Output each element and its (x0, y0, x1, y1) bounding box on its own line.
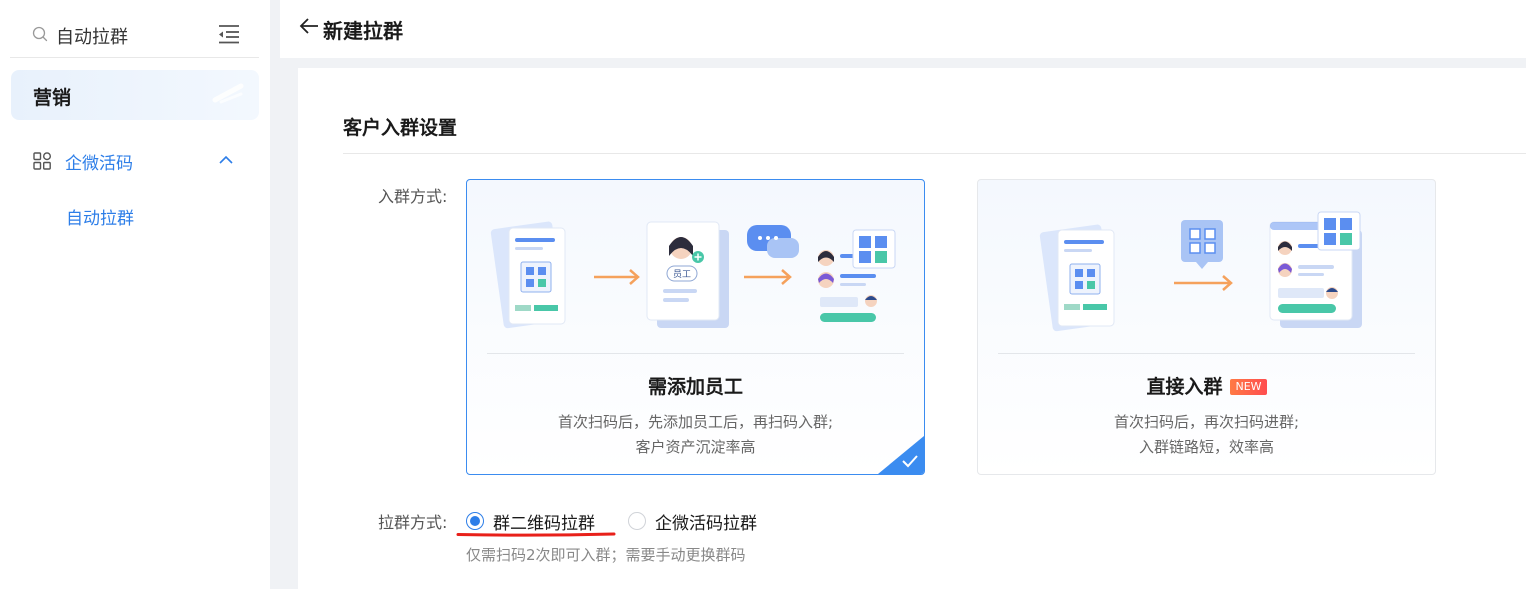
main-card: 客户入群设置 入群方式: 员工 需添加员工 首次扫码后，先添加员工后，再扫码入群… (298, 68, 1526, 589)
option-desc-line1: 首次扫码后，先添加员工后，再扫码入群; (557, 413, 834, 431)
option-desc-line2: 客户资产沉淀率高 (635, 438, 756, 456)
join-method-label: 入群方式: (378, 187, 448, 206)
option-desc-line1: 首次扫码后，再次扫码进群; (1113, 413, 1300, 431)
divider (343, 153, 1526, 154)
radio-checked-icon[interactable] (466, 512, 484, 530)
option-title-text: 直接入群 (1146, 376, 1223, 398)
search-input[interactable]: 自动拉群 (56, 23, 128, 49)
option-title: 需添加员工 (647, 376, 743, 398)
add-staff-illustration: 员工 (490, 221, 896, 329)
pull-method-label: 拉群方式: (378, 513, 448, 532)
radio-group-qrcode[interactable]: 群二维码拉群 (466, 509, 606, 534)
marketing-decoration-icon (212, 83, 244, 104)
sidebar-search[interactable]: 自动拉群 (10, 10, 259, 58)
page-title: 新建拉群 (323, 19, 403, 43)
option-card-add-staff[interactable]: 员工 需添加员工 首次扫码后，先添加员工后，再扫码入群; 客户资产沉淀率高 (466, 179, 925, 475)
nav-group-marketing[interactable]: 营销 (11, 70, 259, 120)
radio-label: 企微活码拉群 (655, 514, 757, 534)
page-header: 新建拉群 (280, 0, 1526, 58)
direct-join-illustration (1039, 211, 1362, 332)
radio-qw-livecode[interactable]: 企微活码拉群 (628, 509, 768, 534)
new-badge: NEW (1230, 379, 1267, 395)
nav-group-label: 营销 (33, 87, 72, 109)
back-arrow-icon[interactable] (299, 17, 319, 35)
card-divider (487, 353, 904, 354)
radio-label: 群二维码拉群 (493, 514, 595, 534)
sidebar-item-qw-livecode[interactable]: 企微活码 (32, 148, 242, 174)
selected-check-icon (878, 436, 924, 474)
red-underline-annotation (456, 532, 616, 537)
sidebar-item-label: 企微活码 (65, 154, 133, 174)
option-card-direct-join[interactable]: 直接入群 NEW 首次扫码后，再次扫码进群; 入群链路短，效率高 (977, 179, 1436, 475)
option-desc-line2: 入群链路短，效率高 (1138, 438, 1274, 456)
staff-badge-text: 员工 (673, 269, 691, 280)
menu-collapse-icon[interactable] (218, 24, 240, 44)
apps-icon (33, 152, 51, 170)
option-title: 直接入群 NEW (978, 372, 1435, 399)
pull-method-hint: 仅需扫码2次即可入群；需要手动更换群码 (466, 546, 746, 564)
search-icon (32, 26, 48, 42)
radio-unchecked-icon[interactable] (628, 512, 646, 530)
card-divider (998, 353, 1415, 354)
sidebar: 自动拉群 营销 企微活码 自动拉群 (0, 0, 270, 589)
section-title: 客户入群设置 (343, 117, 458, 139)
chevron-up-icon[interactable] (218, 154, 234, 166)
sidebar-subitem-auto-group[interactable]: 自动拉群 (66, 204, 134, 229)
